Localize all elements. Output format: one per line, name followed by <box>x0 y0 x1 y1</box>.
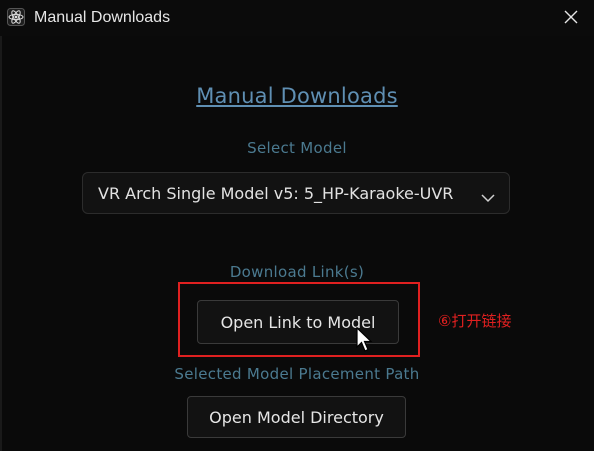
download-links-label: Download Link(s) <box>229 263 365 281</box>
open-model-directory-button[interactable]: Open Model Directory <box>187 396 406 438</box>
step-annotation: ⑥打开链接 <box>438 312 512 330</box>
close-button[interactable] <box>548 0 594 36</box>
chevron-down-icon <box>481 188 495 203</box>
highlight-box <box>178 282 420 357</box>
atom-icon <box>7 8 25 26</box>
placement-path-label: Selected Model Placement Path <box>174 365 420 383</box>
manual-downloads-link[interactable]: Manual Downloads <box>0 84 594 108</box>
mouse-pointer-icon <box>356 326 374 353</box>
close-icon <box>564 9 578 28</box>
window-title: Manual Downloads <box>34 9 171 26</box>
manual-downloads-window: Manual Downloads Manual Downloads Select… <box>0 0 594 451</box>
model-select-dropdown[interactable]: VR Arch Single Model v5: 5_HP-Karaoke-UV… <box>82 172 510 214</box>
selected-model-value: VR Arch Single Model v5: 5_HP-Karaoke-UV… <box>98 184 454 203</box>
title-bar: Manual Downloads <box>0 0 594 36</box>
select-model-label: Select Model <box>247 139 347 157</box>
